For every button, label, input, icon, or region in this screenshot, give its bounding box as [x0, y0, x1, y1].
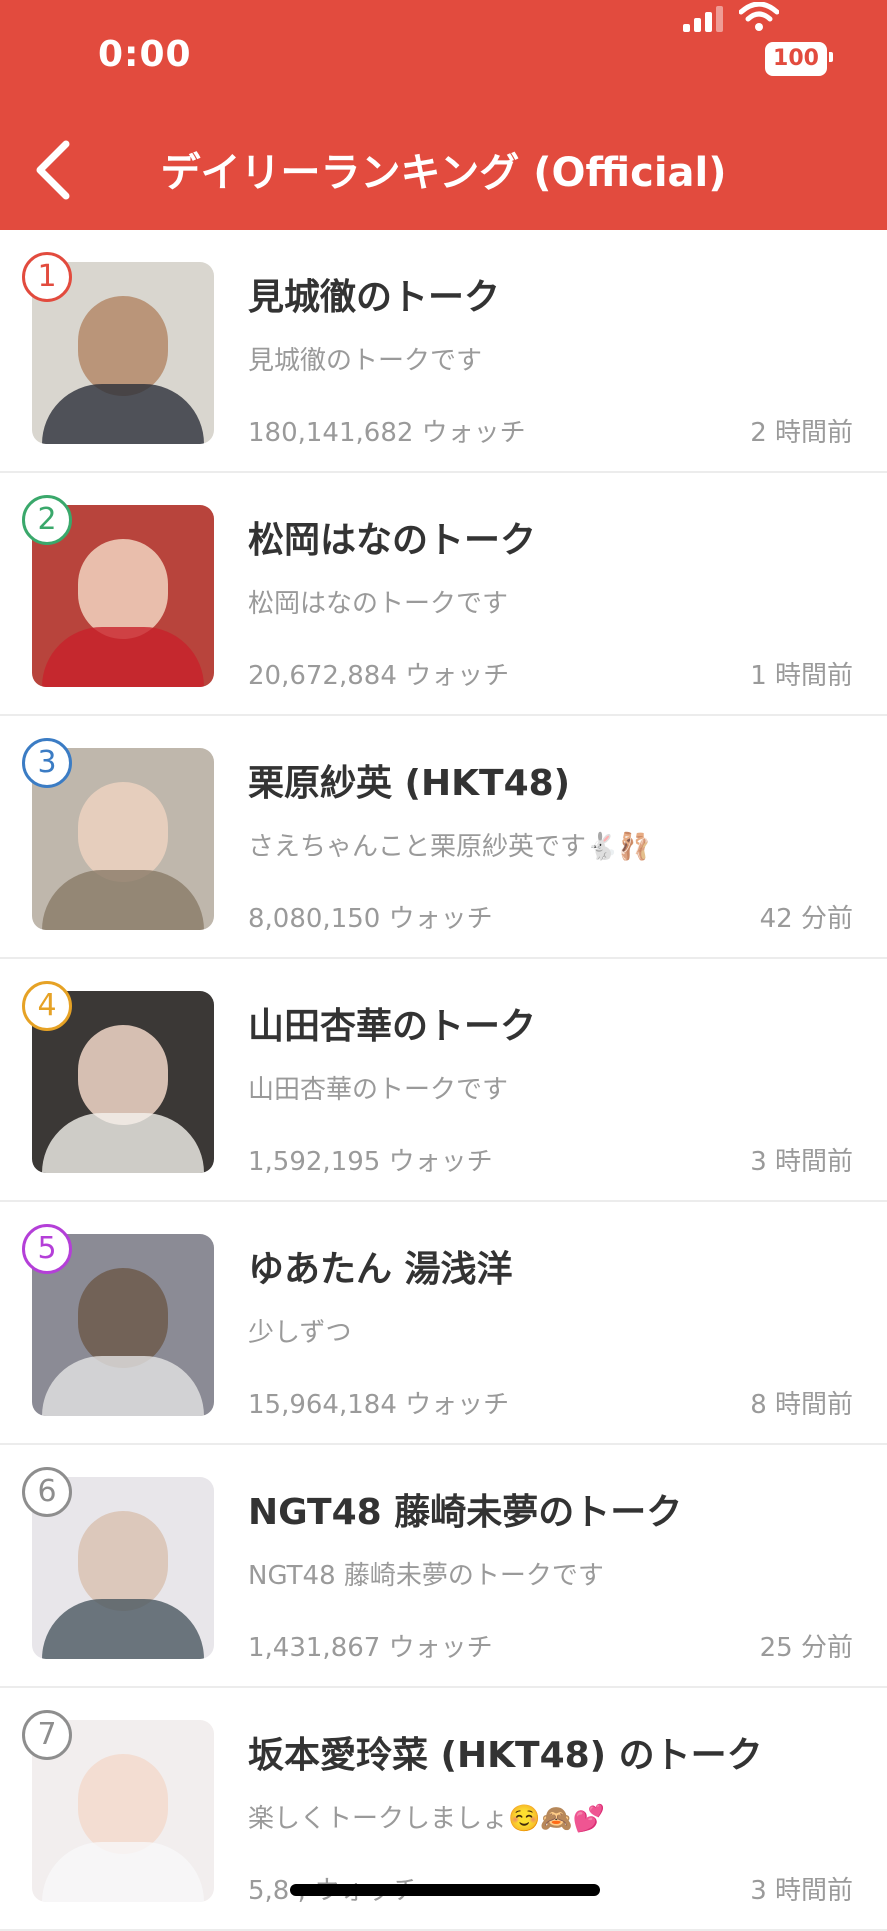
thumbnail-face	[78, 1511, 168, 1611]
talk-name: NGT48 藤崎未夢のトーク	[248, 1492, 683, 1533]
thumbnail-body	[42, 870, 204, 930]
watch-count: 180,141,682 ウォッチ	[248, 418, 526, 448]
app-header: 0:00 100 デイリーランキング (Official)	[0, 0, 887, 230]
updated-time: 3 時間前	[750, 1876, 853, 1906]
updated-time: 3 時間前	[750, 1147, 853, 1177]
thumbnail-face	[78, 296, 168, 396]
rank-badge: 1	[22, 252, 72, 302]
thumbnail-face	[78, 1754, 168, 1854]
battery-indicator: 100	[765, 42, 827, 76]
watch-count: 8,080,150 ウォッチ	[248, 904, 493, 934]
wifi-icon	[739, 2, 779, 31]
rank-badge: 4	[22, 981, 72, 1031]
updated-time: 42 分前	[759, 904, 853, 934]
talk-name: 松岡はなのトーク	[248, 520, 537, 561]
talk-name: 山田杏華のトーク	[248, 1006, 537, 1047]
talk-description: 見城徹のトークです	[248, 346, 483, 376]
rank-badge: 6	[22, 1467, 72, 1517]
updated-time: 25 分前	[759, 1633, 853, 1663]
ranking-list: 1 見城徹のトーク 見城徹のトークです 180,141,682 ウォッチ 2 時…	[0, 230, 887, 1931]
thumbnail-body	[42, 384, 204, 444]
rank-badge: 2	[22, 495, 72, 545]
talk-name: 坂本愛玲菜 (HKT48) のトーク	[248, 1735, 763, 1776]
ranking-row[interactable]: 6 NGT48 藤崎未夢のトーク NGT48 藤崎未夢のトークです 1,431,…	[0, 1445, 887, 1688]
thumbnail-face	[78, 782, 168, 882]
talk-description: 松岡はなのトークです	[248, 589, 509, 619]
thumbnail-body	[42, 627, 204, 687]
thumbnail-body	[42, 1113, 204, 1173]
signal-icon	[683, 6, 723, 32]
thumbnail-body	[42, 1842, 204, 1902]
watch-count: 20,672,884 ウォッチ	[248, 661, 510, 691]
talk-description: NGT48 藤崎未夢のトークです	[248, 1561, 604, 1591]
ranking-row[interactable]: 4 山田杏華のトーク 山田杏華のトークです 1,592,195 ウォッチ 3 時…	[0, 959, 887, 1202]
ranking-row[interactable]: 1 見城徹のトーク 見城徹のトークです 180,141,682 ウォッチ 2 時…	[0, 230, 887, 473]
thumbnail-face	[78, 1268, 168, 1368]
talk-name: 栗原紗英 (HKT48)	[248, 763, 571, 804]
watch-count: 15,964,184 ウォッチ	[248, 1390, 510, 1420]
watch-count: 1,431,867 ウォッチ	[248, 1633, 493, 1663]
page-title: デイリーランキング (Official)	[160, 150, 727, 196]
watch-count: 1,592,195 ウォッチ	[248, 1147, 493, 1177]
thumbnail-face	[78, 1025, 168, 1125]
rank-badge: 5	[22, 1224, 72, 1274]
talk-description: 楽しくトークしましょ☺️🙈💕	[248, 1804, 606, 1834]
talk-description: 少しずつ	[248, 1318, 352, 1348]
thumbnail-body	[42, 1599, 204, 1659]
updated-time: 8 時間前	[750, 1390, 853, 1420]
talk-description: 山田杏華のトークです	[248, 1075, 509, 1105]
talk-name: 見城徹のトーク	[248, 277, 501, 318]
battery-cap	[829, 52, 833, 62]
rank-badge: 7	[22, 1710, 72, 1760]
talk-name: ゆあたん 湯浅洋	[248, 1249, 513, 1290]
thumbnail-face	[78, 539, 168, 639]
status-time: 0:00	[98, 34, 192, 75]
ranking-row[interactable]: 3 栗原紗英 (HKT48) さえちゃんこと栗原紗英です🐇🩰 8,080,150…	[0, 716, 887, 959]
talk-description: さえちゃんこと栗原紗英です🐇🩰	[248, 832, 651, 862]
ranking-row[interactable]: 2 松岡はなのトーク 松岡はなのトークです 20,672,884 ウォッチ 1 …	[0, 473, 887, 716]
rank-badge: 3	[22, 738, 72, 788]
ranking-row[interactable]: 5 ゆあたん 湯浅洋 少しずつ 15,964,184 ウォッチ 8 時間前	[0, 1202, 887, 1445]
updated-time: 2 時間前	[750, 418, 853, 448]
thumbnail-body	[42, 1356, 204, 1416]
home-indicator	[290, 1884, 600, 1896]
updated-time: 1 時間前	[750, 661, 853, 691]
